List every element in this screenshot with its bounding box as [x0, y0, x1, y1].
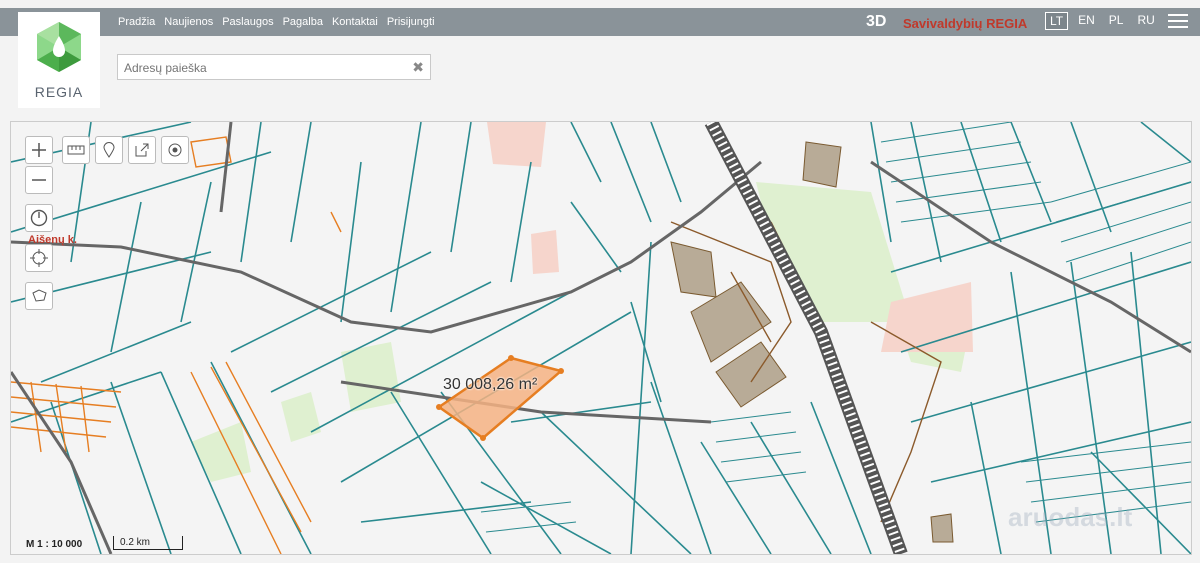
nav-item-services[interactable]: Paslaugos: [222, 16, 273, 28]
map-scale-ratio: M 1 : 10 000: [26, 539, 83, 550]
logo-text: REGIA: [34, 84, 84, 100]
language-switcher: LT EN PL RU: [1045, 12, 1159, 30]
search-input[interactable]: [122, 56, 406, 80]
lang-pl[interactable]: PL: [1105, 12, 1128, 30]
close-icon[interactable]: ✖: [412, 59, 424, 76]
cadastral-map[interactable]: [11, 122, 1191, 554]
brand-name: Savivaldybių REGIA: [903, 16, 1028, 31]
main-nav: Pradžia Naujienos Paslaugos Pagalba Kont…: [118, 8, 435, 36]
marker-icon[interactable]: [95, 136, 123, 164]
parcel-boundaries: [11, 122, 1191, 554]
scale-bar: 0.2 km: [113, 536, 183, 550]
crosshair-icon[interactable]: [25, 244, 53, 272]
3d-mode-button[interactable]: 3D: [866, 13, 886, 31]
lang-ru[interactable]: RU: [1133, 12, 1158, 30]
top-navigation-bar: Pradžia Naujienos Paslaugos Pagalba Kont…: [0, 8, 1200, 36]
village-label: Aišenų k.: [28, 234, 77, 246]
zoom-in-icon[interactable]: [25, 136, 53, 164]
selected-parcel[interactable]: [436, 356, 564, 440]
nav-item-help[interactable]: Pagalba: [283, 16, 323, 28]
lang-en[interactable]: EN: [1074, 12, 1099, 30]
regia-logo-icon: [37, 22, 81, 72]
menu-icon[interactable]: [1168, 14, 1188, 30]
address-search: ✖: [117, 54, 431, 80]
watermark-logo: aruodas.lt: [1008, 502, 1133, 532]
clock-icon[interactable]: [25, 204, 53, 232]
measure-icon[interactable]: [62, 136, 90, 164]
lang-lt[interactable]: LT: [1045, 12, 1069, 30]
map-canvas[interactable]: [10, 121, 1192, 555]
orange-parcels: [11, 136, 342, 554]
parcel-area-label: 30 008,26 m²: [443, 376, 538, 393]
lasso-icon[interactable]: [25, 282, 53, 310]
nav-item-news[interactable]: Naujienos: [164, 16, 213, 28]
nav-item-login[interactable]: Prisijungti: [387, 16, 435, 28]
nav-item-contacts[interactable]: Kontaktai: [332, 16, 378, 28]
locate-icon[interactable]: [161, 136, 189, 164]
roads: [11, 122, 1191, 554]
scale-bar-label: 0.2 km: [120, 537, 151, 548]
nav-item-home[interactable]: Pradžia: [118, 16, 155, 28]
zoom-out-icon[interactable]: [25, 166, 53, 194]
share-icon[interactable]: [128, 136, 156, 164]
